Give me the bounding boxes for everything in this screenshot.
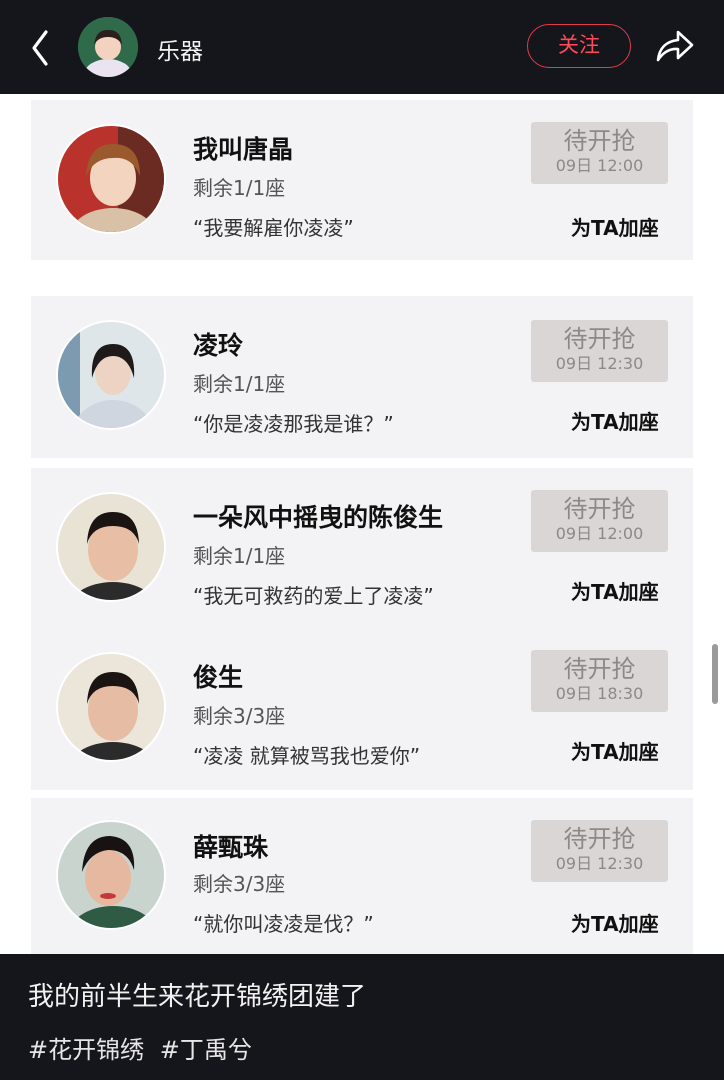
grab-button[interactable]: 待开抢 09日 12:30	[531, 820, 668, 882]
grab-button[interactable]: 待开抢 09日 12:00	[531, 490, 668, 552]
row-name: 凌玲	[193, 331, 244, 360]
caption-title: 我的前半生来花开锦绣团建了	[28, 982, 367, 1012]
grab-time: 09日 12:00	[555, 524, 644, 543]
add-seat-button[interactable]: 为TA加座	[571, 212, 659, 241]
seat-count: 剩余1/1座	[193, 372, 286, 396]
back-button[interactable]	[22, 24, 62, 72]
grab-time: 09日 12:30	[555, 354, 644, 373]
grab-label: 待开抢	[563, 127, 636, 155]
grab-label: 待开抢	[563, 325, 636, 353]
page-title: 乐器	[157, 39, 203, 65]
hashtag-link[interactable]: #花开锦绣	[28, 1036, 144, 1064]
row-quote: “我无可救药的爱上了凌凌”	[193, 584, 434, 608]
card-3: 一朵风中摇曳的陈俊生 剩余1/1座 “我无可救药的爱上了凌凌” 待开抢 09日 …	[31, 468, 693, 790]
add-seat-button[interactable]: 为TA加座	[571, 908, 659, 937]
row-name: 一朵风中摇曳的陈俊生	[193, 503, 444, 532]
grab-label: 待开抢	[563, 495, 636, 523]
list-item: 俊生 剩余3/3座 “凌凌 就算被骂我也爱你” 待开抢 09日 18:30 为T…	[31, 628, 693, 788]
hashtag-link[interactable]: #丁禹兮	[160, 1036, 252, 1064]
add-seat-button[interactable]: 为TA加座	[571, 736, 659, 765]
grab-button[interactable]: 待开抢 09日 18:30	[531, 650, 668, 712]
add-seat-button[interactable]: 为TA加座	[571, 406, 659, 435]
scrollbar[interactable]	[712, 644, 718, 704]
seat-count: 剩余3/3座	[193, 872, 286, 896]
seat-count: 剩余1/1座	[193, 176, 286, 200]
account-avatar[interactable]	[78, 17, 138, 77]
card-1: 我叫唐晶 剩余1/1座 “我要解雇你凌凌” 待开抢 09日 12:00 为TA加…	[31, 100, 693, 260]
row-name: 薛甄珠	[193, 833, 269, 862]
row-quote: “我要解雇你凌凌”	[193, 216, 354, 240]
follow-button[interactable]: 关注	[527, 24, 631, 68]
avatar[interactable]	[56, 820, 166, 930]
list-item: 我叫唐晶 剩余1/1座 “我要解雇你凌凌” 待开抢 09日 12:00 为TA加…	[31, 100, 693, 260]
row-quote: “凌凌 就算被骂我也爱你”	[193, 744, 421, 768]
card-4: 薛甄珠 剩余3/3座 “就你叫凌凌是伐？” 待开抢 09日 12:30 为TA加…	[31, 798, 693, 954]
grab-time: 09日 12:00	[555, 156, 644, 175]
avatar[interactable]	[56, 320, 166, 430]
share-arrow-icon	[656, 30, 694, 62]
seat-list[interactable]: 我叫唐晶 剩余1/1座 “我要解雇你凌凌” 待开抢 09日 12:00 为TA加…	[0, 94, 724, 954]
grab-time: 09日 12:30	[555, 854, 644, 873]
avatar[interactable]	[56, 652, 166, 762]
top-bar: 乐器 关注	[0, 0, 724, 94]
list-item: 一朵风中摇曳的陈俊生 剩余1/1座 “我无可救药的爱上了凌凌” 待开抢 09日 …	[31, 468, 693, 628]
avatar[interactable]	[56, 124, 166, 234]
list-item: 凌玲 剩余1/1座 “你是凌凌那我是谁？” 待开抢 09日 12:30 为TA加…	[31, 296, 693, 456]
row-name: 我叫唐晶	[193, 135, 294, 164]
grab-button[interactable]: 待开抢 09日 12:30	[531, 320, 668, 382]
seat-count: 剩余3/3座	[193, 704, 286, 728]
add-seat-button[interactable]: 为TA加座	[571, 576, 659, 605]
seat-count: 剩余1/1座	[193, 544, 286, 568]
caption-bar: 我的前半生来花开锦绣团建了 #花开锦绣 #丁禹兮	[0, 954, 724, 1080]
hashtag-list: #花开锦绣 #丁禹兮	[28, 1030, 260, 1065]
grab-time: 09日 18:30	[555, 684, 644, 703]
grab-label: 待开抢	[563, 825, 636, 853]
card-2: 凌玲 剩余1/1座 “你是凌凌那我是谁？” 待开抢 09日 12:30 为TA加…	[31, 296, 693, 458]
grab-label: 待开抢	[563, 655, 636, 683]
grab-button[interactable]: 待开抢 09日 12:00	[531, 122, 668, 184]
row-quote: “就你叫凌凌是伐？”	[193, 912, 374, 936]
list-item: 薛甄珠 剩余3/3座 “就你叫凌凌是伐？” 待开抢 09日 12:30 为TA加…	[31, 798, 693, 954]
share-button[interactable]	[654, 26, 696, 66]
row-name: 俊生	[193, 663, 244, 692]
avatar[interactable]	[56, 492, 166, 602]
chevron-left-icon	[32, 30, 48, 66]
row-quote: “你是凌凌那我是谁？”	[193, 412, 394, 436]
